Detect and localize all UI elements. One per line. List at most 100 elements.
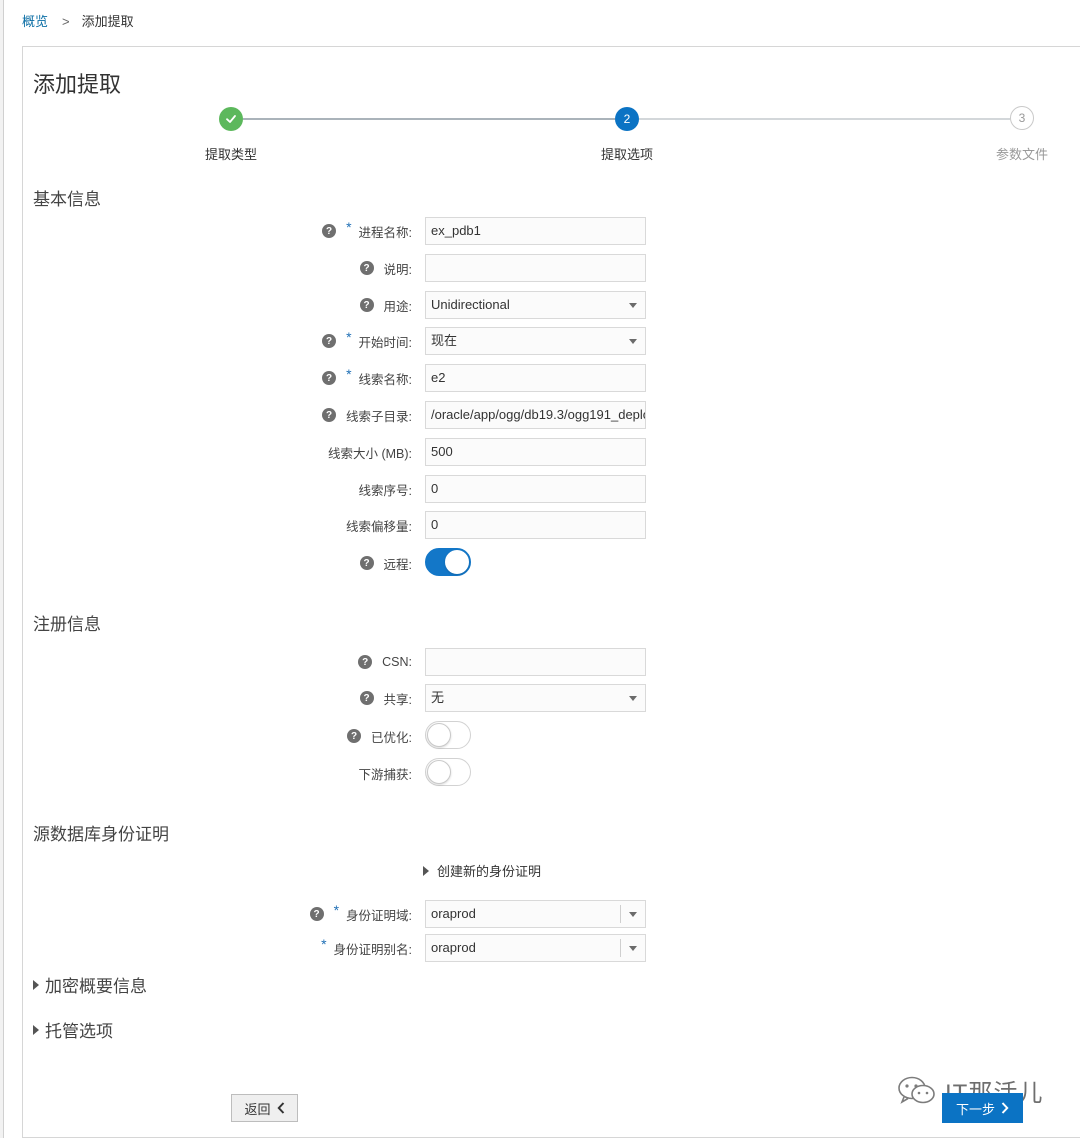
credential-domain-combobox[interactable]: oraprod bbox=[425, 900, 646, 928]
row-credential-alias: * 身份证明别名: oraprod bbox=[0, 934, 1080, 962]
back-button-label: 返回 bbox=[244, 1101, 271, 1117]
create-new-credential-toggle[interactable]: 创建新的身份证明 bbox=[423, 861, 541, 880]
description-label: 说明: bbox=[383, 262, 412, 277]
help-icon[interactable]: ? bbox=[358, 655, 373, 669]
expand-triangle-icon bbox=[423, 865, 429, 876]
process-name-input[interactable]: ex_pdb1 bbox=[425, 217, 646, 245]
trail-offset-input[interactable]: 0 bbox=[425, 511, 646, 539]
remote-toggle[interactable] bbox=[425, 548, 471, 576]
create-new-credential-label: 创建新的身份证明 bbox=[437, 864, 542, 879]
downstream-label: 下游捕获: bbox=[358, 767, 412, 782]
credential-alias-label: 身份证明别名: bbox=[333, 942, 412, 957]
share-label: 共享: bbox=[383, 692, 412, 707]
help-icon[interactable]: ? bbox=[347, 729, 362, 743]
dropdown-caret-icon bbox=[629, 339, 637, 344]
next-button-label: 下一步 bbox=[955, 1101, 995, 1117]
required-mark: * bbox=[346, 329, 352, 345]
trail-subdir-input[interactable]: /oracle/app/ogg/db19.3/ogg191_deploy bbox=[425, 401, 646, 429]
purpose-label: 用途: bbox=[383, 299, 412, 314]
help-icon[interactable]: ? bbox=[359, 556, 374, 570]
trail-offset-label: 线索偏移量: bbox=[346, 519, 412, 534]
credential-alias-combobox[interactable]: oraprod bbox=[425, 934, 646, 962]
step-1-label[interactable]: 提取类型 bbox=[171, 144, 291, 163]
csn-label: CSN: bbox=[382, 655, 412, 669]
encryption-profile-title: 加密概要信息 bbox=[45, 977, 147, 996]
csn-input[interactable] bbox=[425, 648, 646, 676]
help-icon[interactable]: ? bbox=[322, 371, 337, 385]
step-3-circle: 3 bbox=[1010, 106, 1034, 130]
trail-size-label: 线索大小 (MB): bbox=[327, 446, 412, 461]
remote-label: 远程: bbox=[383, 557, 412, 572]
credential-alias-value: oraprod bbox=[431, 940, 476, 955]
help-icon[interactable]: ? bbox=[322, 224, 337, 238]
start-time-label: 开始时间: bbox=[358, 335, 412, 350]
stepper-line-2 bbox=[639, 118, 1010, 120]
required-mark: * bbox=[346, 219, 352, 235]
required-mark: * bbox=[333, 902, 340, 918]
page-title: 添加提取 bbox=[33, 72, 122, 97]
breadcrumb-current: 添加提取 bbox=[81, 14, 134, 29]
row-trail-seq: 线索序号: 0 bbox=[0, 475, 1080, 503]
required-mark: * bbox=[321, 936, 327, 952]
chevron-left-icon bbox=[276, 1102, 284, 1114]
help-icon[interactable]: ? bbox=[309, 907, 324, 921]
step-1-checkmark-icon[interactable] bbox=[219, 107, 243, 131]
row-credential-domain: ? * 身份证明域: oraprod bbox=[0, 900, 1080, 928]
help-icon[interactable]: ? bbox=[359, 691, 374, 705]
trail-subdir-label: 线索子目录: bbox=[346, 409, 412, 424]
trail-seq-label: 线索序号: bbox=[358, 483, 412, 498]
back-button[interactable]: 返回 bbox=[231, 1094, 298, 1122]
combo-divider bbox=[620, 939, 621, 957]
combo-divider bbox=[620, 905, 621, 923]
optimized-toggle[interactable] bbox=[425, 721, 471, 749]
trail-size-input[interactable]: 500 bbox=[425, 438, 646, 466]
step-2-circle[interactable]: 2 bbox=[615, 107, 639, 131]
help-icon[interactable]: ? bbox=[359, 298, 374, 312]
toggle-knob bbox=[445, 550, 469, 574]
row-trail-subdir: ? 线索子目录: /oracle/app/ogg/db19.3/ogg191_de… bbox=[0, 401, 1080, 429]
dropdown-caret-icon[interactable] bbox=[629, 912, 637, 917]
help-icon[interactable]: ? bbox=[359, 261, 374, 275]
main-panel bbox=[22, 46, 1080, 1138]
toggle-knob bbox=[427, 723, 451, 747]
section-basic-info: 基本信息 bbox=[33, 190, 101, 209]
purpose-select[interactable]: Unidirectional bbox=[425, 291, 646, 319]
breadcrumb-separator: > bbox=[62, 14, 70, 29]
row-description: ? 说明: bbox=[0, 254, 1080, 282]
expand-triangle-icon bbox=[33, 979, 39, 990]
help-icon[interactable]: ? bbox=[322, 408, 337, 422]
breadcrumb: 概览 > 添加提取 bbox=[22, 12, 134, 32]
row-csn: ? CSN: bbox=[0, 648, 1080, 676]
row-downstream: 下游捕获: bbox=[0, 758, 1080, 787]
next-button[interactable]: 下一步 bbox=[942, 1093, 1023, 1123]
downstream-toggle[interactable] bbox=[425, 758, 471, 786]
row-purpose: ? 用途: Unidirectional bbox=[0, 291, 1080, 319]
managed-options-title: 托管选项 bbox=[45, 1022, 113, 1041]
toggle-knob bbox=[427, 760, 451, 784]
chevron-right-icon bbox=[1001, 1102, 1009, 1114]
encryption-profile-section-toggle[interactable]: 加密概要信息 bbox=[33, 972, 147, 997]
process-name-label: 进程名称: bbox=[358, 225, 412, 240]
stepper-line-1 bbox=[243, 118, 615, 120]
credential-domain-label: 身份证明域: bbox=[346, 908, 412, 923]
step-3-label: 参数文件 bbox=[995, 147, 1048, 162]
step-2-label[interactable]: 提取选项 bbox=[567, 144, 687, 163]
row-start-time: ? * 开始时间: 现在 bbox=[0, 327, 1080, 355]
wechat-icon bbox=[898, 1076, 935, 1104]
description-input[interactable] bbox=[425, 254, 646, 282]
trail-seq-input[interactable]: 0 bbox=[425, 475, 646, 503]
share-value: 无 bbox=[431, 690, 445, 705]
start-time-select[interactable]: 现在 bbox=[425, 327, 646, 355]
section-source-db-credentials: 源数据库身份证明 bbox=[33, 825, 169, 844]
breadcrumb-home-link[interactable]: 概览 bbox=[22, 14, 48, 29]
dropdown-caret-icon[interactable] bbox=[629, 946, 637, 951]
managed-options-section-toggle[interactable]: 托管选项 bbox=[33, 1017, 113, 1042]
purpose-value: Unidirectional bbox=[431, 297, 510, 312]
expand-triangle-icon bbox=[33, 1024, 39, 1035]
row-trail-size: 线索大小 (MB): 500 bbox=[0, 438, 1080, 466]
share-select[interactable]: 无 bbox=[425, 684, 646, 712]
help-icon[interactable]: ? bbox=[322, 334, 337, 348]
dropdown-caret-icon bbox=[629, 696, 637, 701]
row-share: ? 共享: 无 bbox=[0, 684, 1080, 712]
trail-name-input[interactable]: e2 bbox=[425, 364, 646, 392]
